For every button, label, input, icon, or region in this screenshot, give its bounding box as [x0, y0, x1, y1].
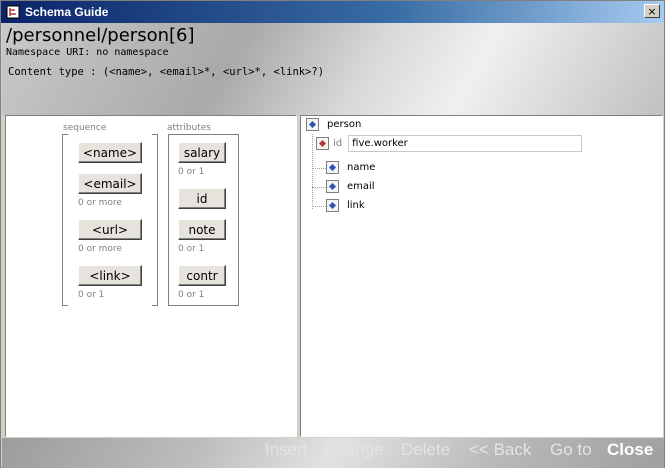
element-button-url[interactable]: <url>: [78, 219, 142, 240]
change-button[interactable]: Change: [324, 440, 384, 460]
tree-line: [312, 134, 313, 209]
content-type: Content type : (<name>, <email>*, <url>*…: [8, 66, 325, 78]
footer-toolbar: Insert Change Delete << Back Go to Close: [2, 438, 664, 468]
tree-line: [312, 187, 326, 188]
attribute-node-icon: [316, 137, 329, 150]
occurrence-email: 0 or more: [78, 198, 122, 208]
element-node-icon: [306, 118, 319, 131]
element-button-email[interactable]: <email>: [78, 173, 142, 194]
element-node-icon: [326, 180, 339, 193]
tree-node-label: person: [327, 119, 362, 130]
occurrence-salary: 0 or 1: [178, 167, 205, 177]
tree-line: [312, 206, 326, 207]
document-tree-panel: person id five.worker name email link: [300, 115, 663, 437]
window-title: Schema Guide: [25, 5, 109, 19]
tree-line: [312, 168, 326, 169]
schema-panel: sequence attributes <name> <email> 0 or …: [5, 115, 297, 437]
attribute-button-note[interactable]: note: [178, 219, 226, 240]
back-button[interactable]: << Back: [469, 440, 531, 460]
namespace-uri: Namespace URI: no namespace: [6, 47, 169, 58]
header-panel: /personnel/person[6] Namespace URI: no n…: [2, 23, 664, 115]
goto-button[interactable]: Go to: [550, 440, 592, 460]
tree-node-name[interactable]: name: [326, 161, 375, 174]
close-window-button[interactable]: ×: [644, 4, 660, 18]
element-button-name[interactable]: <name>: [78, 142, 142, 163]
element-path: /personnel/person[6]: [6, 25, 195, 46]
sequence-bracket-left: [62, 134, 68, 306]
app-icon: [5, 4, 21, 20]
occurrence-contr: 0 or 1: [178, 290, 205, 300]
tree-node-person[interactable]: person: [306, 118, 361, 131]
schema-guide-window: Schema Guide × /personnel/person[6] Name…: [0, 0, 665, 468]
attribute-button-id[interactable]: id: [178, 188, 226, 209]
occurrence-url: 0 or more: [78, 244, 122, 254]
attribute-name: id: [333, 138, 343, 149]
attributes-label: attributes: [167, 123, 211, 133]
occurrence-note: 0 or 1: [178, 244, 205, 254]
attribute-value-field[interactable]: five.worker: [348, 135, 583, 152]
tree-node-link[interactable]: link: [326, 199, 365, 212]
attribute-button-salary[interactable]: salary: [178, 142, 226, 163]
tree-node-label: email: [347, 181, 375, 192]
tree-node-email[interactable]: email: [326, 180, 375, 193]
element-node-icon: [326, 161, 339, 174]
tree-node-label: name: [347, 162, 376, 173]
sequence-label: sequence: [63, 123, 107, 133]
sequence-bracket-right: [152, 134, 158, 306]
element-node-icon: [326, 199, 339, 212]
delete-button[interactable]: Delete: [401, 440, 450, 460]
attribute-button-contr[interactable]: contr: [178, 265, 226, 286]
element-button-link[interactable]: <link>: [78, 265, 142, 286]
occurrence-link: 0 or 1: [78, 290, 105, 300]
close-button[interactable]: Close: [607, 440, 653, 460]
tree-node-label: link: [347, 200, 365, 211]
tree-attribute-id: id five.worker: [316, 135, 583, 152]
title-bar: Schema Guide ×: [1, 1, 664, 23]
insert-button[interactable]: Insert: [265, 440, 308, 460]
